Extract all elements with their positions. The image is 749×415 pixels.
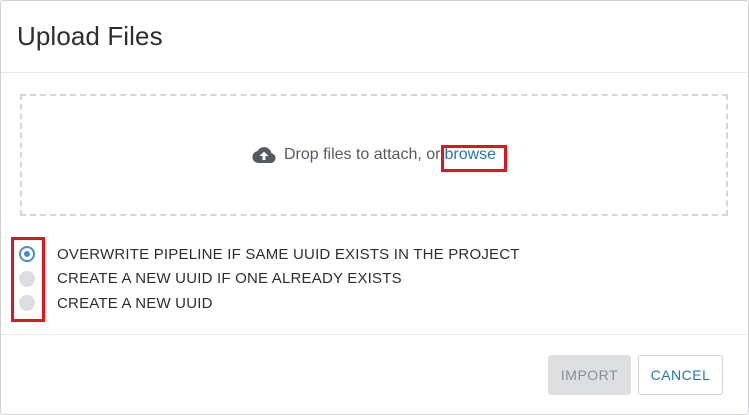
radio-create-new-uuid[interactable] bbox=[19, 295, 35, 312]
option-label: CREATE A NEW UUID bbox=[57, 294, 213, 312]
dialog-title: Upload Files bbox=[17, 21, 163, 51]
browse-link-wrapper: browse bbox=[444, 146, 496, 164]
cancel-button[interactable]: CANCEL bbox=[638, 355, 723, 395]
radio-create-uuid-if-exists[interactable] bbox=[19, 270, 35, 287]
option-overwrite-pipeline[interactable]: OVERWRITE PIPELINE IF SAME UUID EXISTS I… bbox=[19, 242, 520, 267]
import-button[interactable]: IMPORT bbox=[548, 355, 631, 395]
browse-link[interactable]: browse bbox=[444, 146, 496, 163]
import-options-radio-group: OVERWRITE PIPELINE IF SAME UUID EXISTS I… bbox=[19, 242, 520, 316]
cloud-upload-icon bbox=[252, 147, 276, 163]
dialog-footer: IMPORT CANCEL bbox=[1, 334, 748, 414]
dropzone-content: Drop files to attach, or browse bbox=[252, 146, 496, 164]
option-create-uuid-if-exists[interactable]: CREATE A NEW UUID IF ONE ALREADY EXISTS bbox=[19, 267, 520, 292]
upload-files-dialog: Upload Files Drop files to attach, or br… bbox=[0, 0, 749, 415]
option-create-new-uuid[interactable]: CREATE A NEW UUID bbox=[19, 291, 520, 316]
dialog-header: Upload Files bbox=[1, 1, 748, 73]
option-label: OVERWRITE PIPELINE IF SAME UUID EXISTS I… bbox=[57, 245, 520, 263]
file-dropzone[interactable]: Drop files to attach, or browse bbox=[20, 94, 728, 216]
dropzone-prompt: Drop files to attach, or bbox=[283, 146, 441, 163]
radio-overwrite-pipeline[interactable] bbox=[19, 246, 35, 263]
option-label: CREATE A NEW UUID IF ONE ALREADY EXISTS bbox=[57, 270, 402, 288]
